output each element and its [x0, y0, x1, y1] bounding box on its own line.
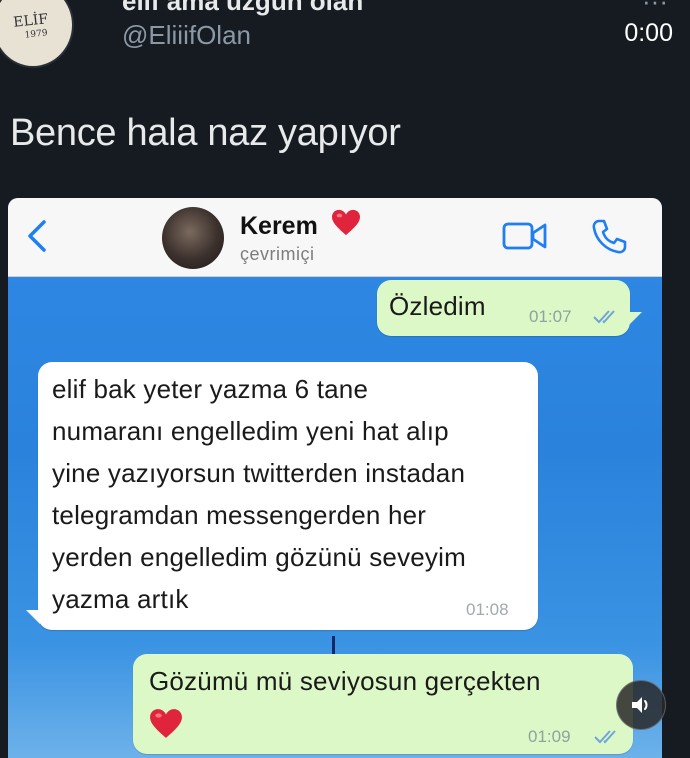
message-time: 01:09: [528, 727, 571, 746]
double-check-icon: [593, 310, 615, 324]
user-handle[interactable]: @EliiifOlan: [122, 20, 251, 51]
chat-screenshot: Kerem çevrimiçi Özledim 01:07 elif bak y…: [8, 198, 662, 758]
message-text: Özledim: [389, 291, 486, 321]
message-line: numaranı engelledim yeni hat alıp: [52, 416, 449, 446]
message-line: yerden engelledim gözünü seveyim: [52, 542, 466, 572]
tweet-text: Bence hala naz yapıyor: [10, 112, 401, 154]
display-name[interactable]: elif ama üzgün olan: [122, 0, 363, 17]
bubble-tail: [26, 610, 40, 624]
scroll-marker: [332, 636, 335, 654]
message-time: 01:07: [529, 307, 572, 326]
chat-header: Kerem çevrimiçi: [8, 198, 662, 277]
contact-name-row[interactable]: Kerem: [240, 209, 361, 241]
sound-toggle-button[interactable]: [616, 680, 666, 730]
double-check-icon: [594, 730, 616, 744]
chevron-left-icon[interactable]: [20, 218, 56, 254]
avatar-logo-text: ELİF 1979: [13, 11, 51, 43]
phone-icon[interactable]: [590, 218, 628, 256]
more-options-icon[interactable]: ···: [642, 0, 668, 17]
contact-avatar[interactable]: [162, 207, 224, 269]
message-bubble-outgoing[interactable]: Özledim 01:07: [377, 280, 642, 336]
profile-avatar[interactable]: ELİF 1979: [0, 0, 74, 68]
bubble-tail: [628, 312, 642, 326]
message-line: yine yazıyorsun twitterden instadan: [52, 458, 466, 488]
message-line: elif bak yeter yazma 6 tane: [52, 374, 369, 404]
heart-icon: [150, 709, 182, 738]
avatar-year: 1979: [24, 28, 49, 41]
heart-icon: [331, 209, 360, 236]
message-bubble-outgoing[interactable]: Gözümü mü seviyosun gerçekten 01:09: [133, 654, 633, 754]
message-bubble-incoming[interactable]: elif bak yeter yazma 6 tane numaranı eng…: [26, 362, 538, 630]
contact-status: çevrimiçi: [240, 244, 315, 264]
contact-name: Kerem: [240, 212, 318, 240]
tweet-header: ELİF 1979 elif ama üzgün olan @EliiifOla…: [0, 0, 690, 90]
message-text: Gözümü mü seviyosun gerçekten: [149, 666, 541, 696]
message-text: elif bak yeter yazma 6 tane numaranı eng…: [52, 368, 532, 620]
video-camera-icon[interactable]: [502, 220, 548, 252]
video-timer: 0:00: [624, 19, 673, 47]
message-line: yazma artık: [52, 584, 189, 614]
message-line: telegramdan messengerden her: [52, 500, 427, 530]
speaker-icon: [632, 697, 648, 713]
message-time: 01:08: [466, 600, 509, 619]
